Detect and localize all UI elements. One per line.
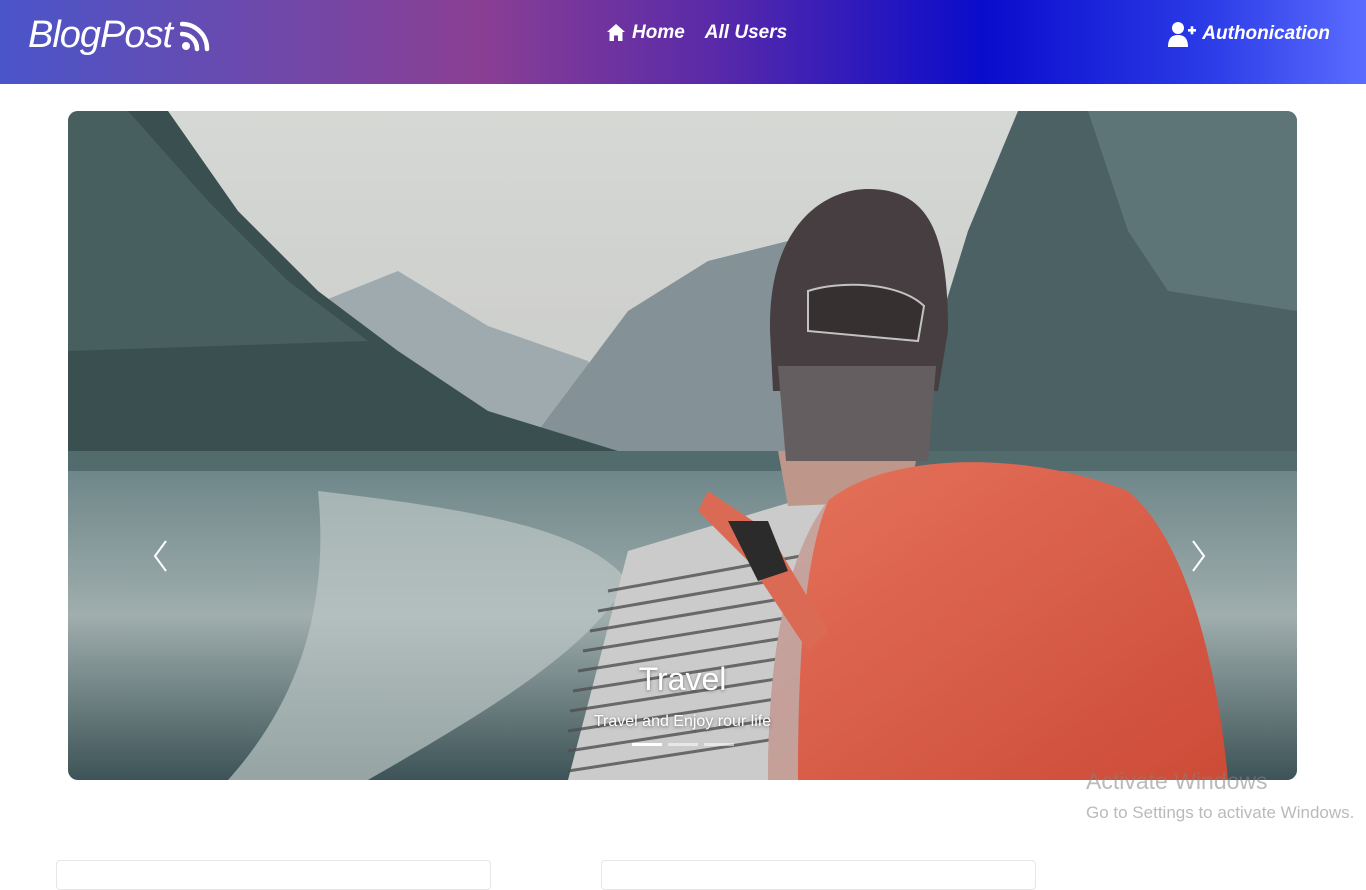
windows-activation-watermark: Activate Windows Go to Settings to activ… xyxy=(1086,768,1354,823)
carousel-next-button[interactable] xyxy=(1179,531,1219,581)
auth-label: Authonication xyxy=(1202,23,1330,44)
carousel-indicators xyxy=(68,743,1297,746)
nav-home-link[interactable]: Home xyxy=(606,22,685,44)
carousel-indicator-2[interactable] xyxy=(667,743,698,746)
carousel-indicator-3[interactable] xyxy=(703,743,734,746)
chevron-right-icon xyxy=(1192,540,1206,572)
brand[interactable]: BlogPost xyxy=(28,14,210,57)
slide-title: Travel xyxy=(638,661,727,697)
nav-home-label: Home xyxy=(632,22,685,43)
navbar: BlogPost Home All Users Authonication xyxy=(0,0,1366,84)
watermark-subtitle: Go to Settings to activate Windows. xyxy=(1086,803,1355,822)
home-icon xyxy=(607,24,625,41)
carousel-prev-button[interactable] xyxy=(140,531,180,581)
watermark-title: Activate Windows xyxy=(1086,768,1268,794)
auth-link[interactable]: Authonication xyxy=(1168,20,1330,48)
user-plus-icon xyxy=(1168,22,1197,47)
nav-all-users-label: All Users xyxy=(704,22,788,43)
main-nav: Home All Users xyxy=(606,22,787,44)
carousel-indicator-1[interactable] xyxy=(631,743,662,746)
auth-nav: Authonication xyxy=(1168,20,1330,48)
chevron-left-icon xyxy=(153,540,167,572)
hero-carousel: Travel Travel and Enjoy rour life xyxy=(68,111,1297,780)
rss-icon xyxy=(180,21,210,51)
post-card[interactable] xyxy=(56,860,491,890)
post-card[interactable] xyxy=(601,860,1036,890)
nav-all-users-link[interactable]: All Users xyxy=(705,22,787,44)
slide-subtitle: Travel and Enjoy rour life xyxy=(593,713,772,730)
brand-title[interactable]: BlogPost xyxy=(28,14,173,57)
